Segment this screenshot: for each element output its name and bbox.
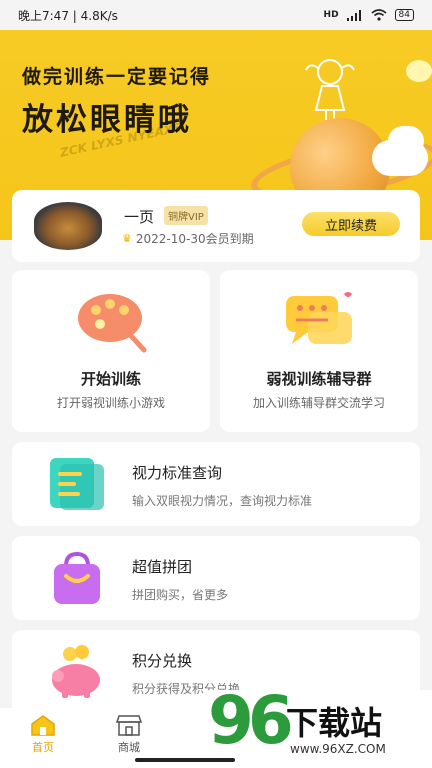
tab-home[interactable]: 首页 bbox=[0, 708, 86, 768]
home-icon bbox=[31, 715, 55, 736]
vision-standard-subtitle: 输入双眼视力情况，查询视力标准 bbox=[132, 494, 313, 508]
wifi-icon bbox=[371, 9, 387, 21]
signal-icon: HD bbox=[323, 10, 339, 20]
watermark-url: www.96XZ.COM bbox=[290, 742, 386, 756]
palette-icon bbox=[78, 294, 147, 353]
renew-button[interactable]: 立即续费 bbox=[302, 212, 400, 236]
status-bar: 晚上7:47 | 4.8K/s HD 84 bbox=[0, 0, 432, 30]
cloud-decoration bbox=[388, 126, 424, 156]
start-training-title: 开始训练 bbox=[80, 370, 141, 388]
home-indicator[interactable] bbox=[135, 758, 235, 762]
vision-standard-title: 视力标准查询 bbox=[132, 464, 223, 482]
watermark-text: 下载站 bbox=[286, 704, 383, 742]
document-icon bbox=[50, 458, 104, 510]
crown-icon: ♛ bbox=[122, 232, 132, 245]
member-card: 一页 铜牌VIP ♛ 2022-10-30会员到期 立即续费 bbox=[12, 190, 420, 262]
battery-icon: 84 bbox=[394, 9, 414, 21]
points-exchange-title: 积分兑换 bbox=[132, 652, 193, 670]
moon-decoration bbox=[406, 60, 432, 82]
vision-standard-row[interactable]: 视力标准查询 输入双眼视力情况，查询视力标准 bbox=[12, 442, 420, 526]
tab-home-label: 首页 bbox=[32, 741, 54, 754]
tutoring-group-title: 弱视训练辅导群 bbox=[266, 370, 372, 388]
vip-badge: 铜牌VIP bbox=[164, 206, 208, 225]
store-icon bbox=[116, 715, 142, 736]
hero-title: 放松眼睛哦 bbox=[22, 102, 192, 138]
group-buy-title: 超值拼团 bbox=[132, 558, 193, 576]
member-name: 一页 bbox=[124, 208, 155, 226]
signal-bars-icon bbox=[346, 9, 361, 21]
status-time-speed: 晚上7:47 | 4.8K/s bbox=[18, 8, 118, 23]
tab-mall-label: 商城 bbox=[118, 741, 140, 754]
status-icons: HD 84 bbox=[324, 9, 414, 21]
watermark-number: 96 bbox=[208, 682, 294, 759]
chat-bubble-icon bbox=[286, 292, 352, 344]
start-training-card[interactable]: 开始训练 打开弱视训练小游戏 bbox=[12, 270, 210, 432]
shopping-bag-icon bbox=[54, 551, 100, 604]
avatar[interactable] bbox=[34, 202, 102, 250]
member-expire: ♛ 2022-10-30会员到期 bbox=[122, 230, 254, 247]
watermark: 96 下载站 www.96XZ.COM bbox=[200, 682, 432, 768]
piggy-bank-icon bbox=[52, 645, 100, 698]
hero-subtitle: 做完训练一定要记得 bbox=[22, 66, 212, 88]
girl-illustration bbox=[305, 59, 355, 120]
start-training-subtitle: 打开弱视训练小游戏 bbox=[56, 396, 165, 410]
expire-text: 2022-10-30会员到期 bbox=[135, 232, 254, 246]
tutoring-group-card[interactable]: 弱视训练辅导群 加入训练辅导群交流学习 bbox=[220, 270, 418, 432]
tutoring-group-subtitle: 加入训练辅导群交流学习 bbox=[252, 396, 385, 410]
group-buy-row[interactable]: 超值拼团 拼团购买，省更多 bbox=[12, 536, 420, 620]
group-buy-subtitle: 拼团购买，省更多 bbox=[132, 588, 229, 602]
